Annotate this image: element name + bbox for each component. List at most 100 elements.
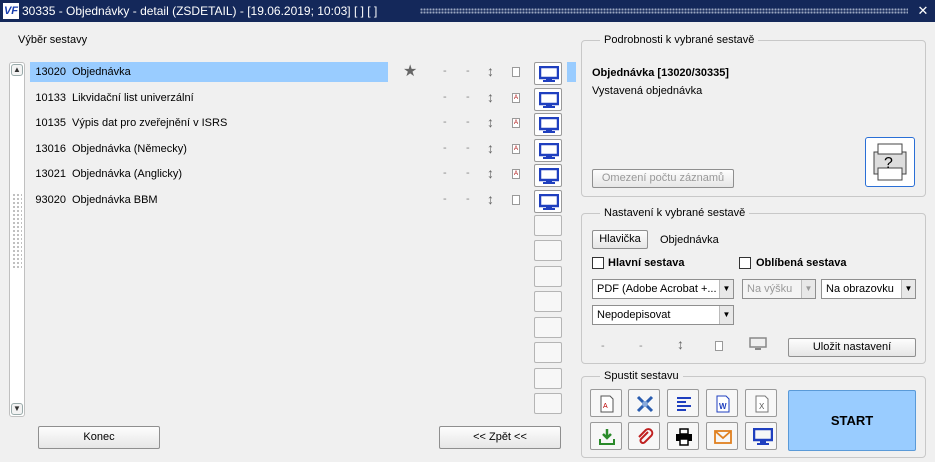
report-code: 10135 bbox=[35, 117, 66, 129]
ulozit-button[interactable]: Uložit nastavení bbox=[788, 338, 916, 357]
printer-icon bbox=[676, 428, 692, 446]
format-value: PDF (Adobe Acrobat +... bbox=[597, 283, 717, 295]
report-code: 13021 bbox=[35, 168, 66, 180]
screen-preview-button[interactable] bbox=[534, 190, 562, 213]
report-name: Výpis dat pro zveřejnění v ISRS bbox=[72, 117, 228, 129]
settings-dash: - bbox=[639, 340, 643, 352]
screen-preview-button[interactable] bbox=[534, 62, 562, 85]
monitor-icon bbox=[539, 117, 559, 133]
height-icon: ↕ bbox=[487, 89, 494, 105]
output-select[interactable]: Na obrazovku ▼ bbox=[821, 279, 916, 299]
hlavni-label: Hlavní sestava bbox=[608, 257, 685, 269]
report-code: 13020 bbox=[30, 62, 70, 82]
monitor-icon bbox=[539, 66, 559, 82]
print-button[interactable] bbox=[667, 422, 699, 450]
chevron-down-icon: ▼ bbox=[801, 280, 815, 298]
row-dash: - bbox=[443, 193, 447, 205]
excel-export-button[interactable]: X bbox=[745, 389, 777, 417]
height-icon: ↕ bbox=[677, 336, 684, 352]
hlavni-checkbox[interactable] bbox=[592, 257, 604, 269]
download-button[interactable] bbox=[590, 422, 622, 450]
hlavicka-button[interactable]: Hlavička bbox=[592, 230, 648, 249]
screen-preview-button[interactable] bbox=[534, 113, 562, 136]
empty-slot bbox=[534, 215, 562, 236]
title-bar: VF 30335 - Objednávky - detail (ZSDETAIL… bbox=[0, 0, 935, 22]
email-button[interactable] bbox=[706, 422, 738, 450]
report-code: 13016 bbox=[35, 143, 66, 155]
screen-preview-button[interactable] bbox=[534, 164, 562, 187]
oblibena-label: Oblíbená sestava bbox=[756, 257, 847, 269]
favorite-star-icon[interactable]: ★ bbox=[403, 63, 417, 81]
word-export-button[interactable]: W bbox=[706, 389, 738, 417]
empty-slot bbox=[534, 317, 562, 338]
scroll-up-icon[interactable]: ▲ bbox=[11, 64, 23, 76]
xml-export-button[interactable] bbox=[628, 389, 660, 417]
screen-preview-button[interactable] bbox=[534, 88, 562, 111]
report-code: 10133 bbox=[35, 92, 66, 104]
pdf-icon: A bbox=[600, 395, 614, 413]
monitor-icon bbox=[539, 168, 559, 184]
signature-value: Nepodepisovat bbox=[597, 309, 671, 321]
text-export-button[interactable] bbox=[667, 389, 699, 417]
height-icon: ↕ bbox=[487, 63, 494, 79]
report-name: Objednávka bbox=[70, 62, 388, 82]
screen-preview-button[interactable] bbox=[534, 139, 562, 162]
screen-button[interactable] bbox=[745, 422, 777, 450]
settings-legend: Nastavení k vybrané sestavě bbox=[600, 207, 750, 219]
page-icon bbox=[512, 67, 520, 77]
close-icon[interactable]: ✕ bbox=[914, 0, 932, 22]
list-scrollbar[interactable]: ▲ ▼ bbox=[9, 62, 25, 417]
chevron-down-icon: ▼ bbox=[719, 306, 733, 324]
row-dash: - bbox=[443, 167, 447, 179]
report-selection-legend: Výběr sestavy bbox=[14, 34, 92, 46]
chevron-down-icon: ▼ bbox=[719, 280, 733, 298]
svg-text:A: A bbox=[603, 403, 608, 410]
height-icon: ↕ bbox=[487, 114, 494, 130]
report-name: Objednávka (Německy) bbox=[72, 143, 187, 155]
empty-slot bbox=[534, 342, 562, 363]
chevron-down-icon: ▼ bbox=[901, 280, 915, 298]
detail-description: Vystavená objednávka bbox=[592, 85, 703, 97]
report-name: Objednávka (Anglicky) bbox=[72, 168, 183, 180]
download-icon bbox=[599, 429, 615, 445]
orientation-value: Na výšku bbox=[747, 283, 793, 295]
page-icon bbox=[715, 341, 723, 351]
pdf-icon: A bbox=[512, 118, 520, 128]
format-select[interactable]: PDF (Adobe Acrobat +... ▼ bbox=[592, 279, 734, 299]
monitor-icon bbox=[539, 143, 559, 159]
detail-legend: Podrobnosti k vybrané sestavě bbox=[600, 34, 759, 46]
scroll-grip[interactable] bbox=[12, 193, 22, 268]
word-icon: W bbox=[716, 395, 730, 413]
svg-text:?: ? bbox=[884, 155, 893, 172]
oblibena-checkbox[interactable] bbox=[739, 257, 751, 269]
konec-button[interactable]: Konec bbox=[38, 426, 160, 449]
row-dash: - bbox=[443, 142, 447, 154]
hlavicka-value: Objednávka bbox=[660, 234, 719, 246]
attach-button[interactable] bbox=[628, 422, 660, 450]
start-button[interactable]: START bbox=[788, 390, 916, 451]
row-dash: - bbox=[443, 91, 447, 103]
signature-select[interactable]: Nepodepisovat ▼ bbox=[592, 305, 734, 325]
zpet-button[interactable]: << Zpět << bbox=[439, 426, 561, 449]
window-title: 30335 - Objednávky - detail (ZSDETAIL) -… bbox=[22, 4, 378, 18]
detail-title: Objednávka [13020/30335] bbox=[592, 67, 729, 79]
scroll-down-icon[interactable]: ▼ bbox=[11, 403, 23, 415]
row-dash: - bbox=[466, 142, 470, 154]
printer-help-icon[interactable]: ? bbox=[865, 137, 915, 187]
row-dash: - bbox=[466, 193, 470, 205]
omezeni-button[interactable]: Omezení počtu záznamů bbox=[592, 169, 734, 188]
row-dash: - bbox=[466, 167, 470, 179]
row-dash: - bbox=[466, 116, 470, 128]
envelope-icon bbox=[714, 430, 732, 444]
monitor-icon bbox=[753, 428, 773, 445]
excel-icon: X bbox=[755, 395, 769, 413]
svg-text:X: X bbox=[759, 402, 765, 411]
pdf-export-button[interactable]: A bbox=[590, 389, 622, 417]
empty-slot bbox=[534, 266, 562, 287]
monitor-gray-icon bbox=[749, 337, 767, 351]
monitor-icon bbox=[539, 194, 559, 210]
run-legend: Spustit sestavu bbox=[600, 370, 683, 382]
orientation-select[interactable]: Na výšku ▼ bbox=[742, 279, 816, 299]
empty-slot bbox=[534, 291, 562, 312]
title-bar-grip bbox=[420, 8, 908, 14]
